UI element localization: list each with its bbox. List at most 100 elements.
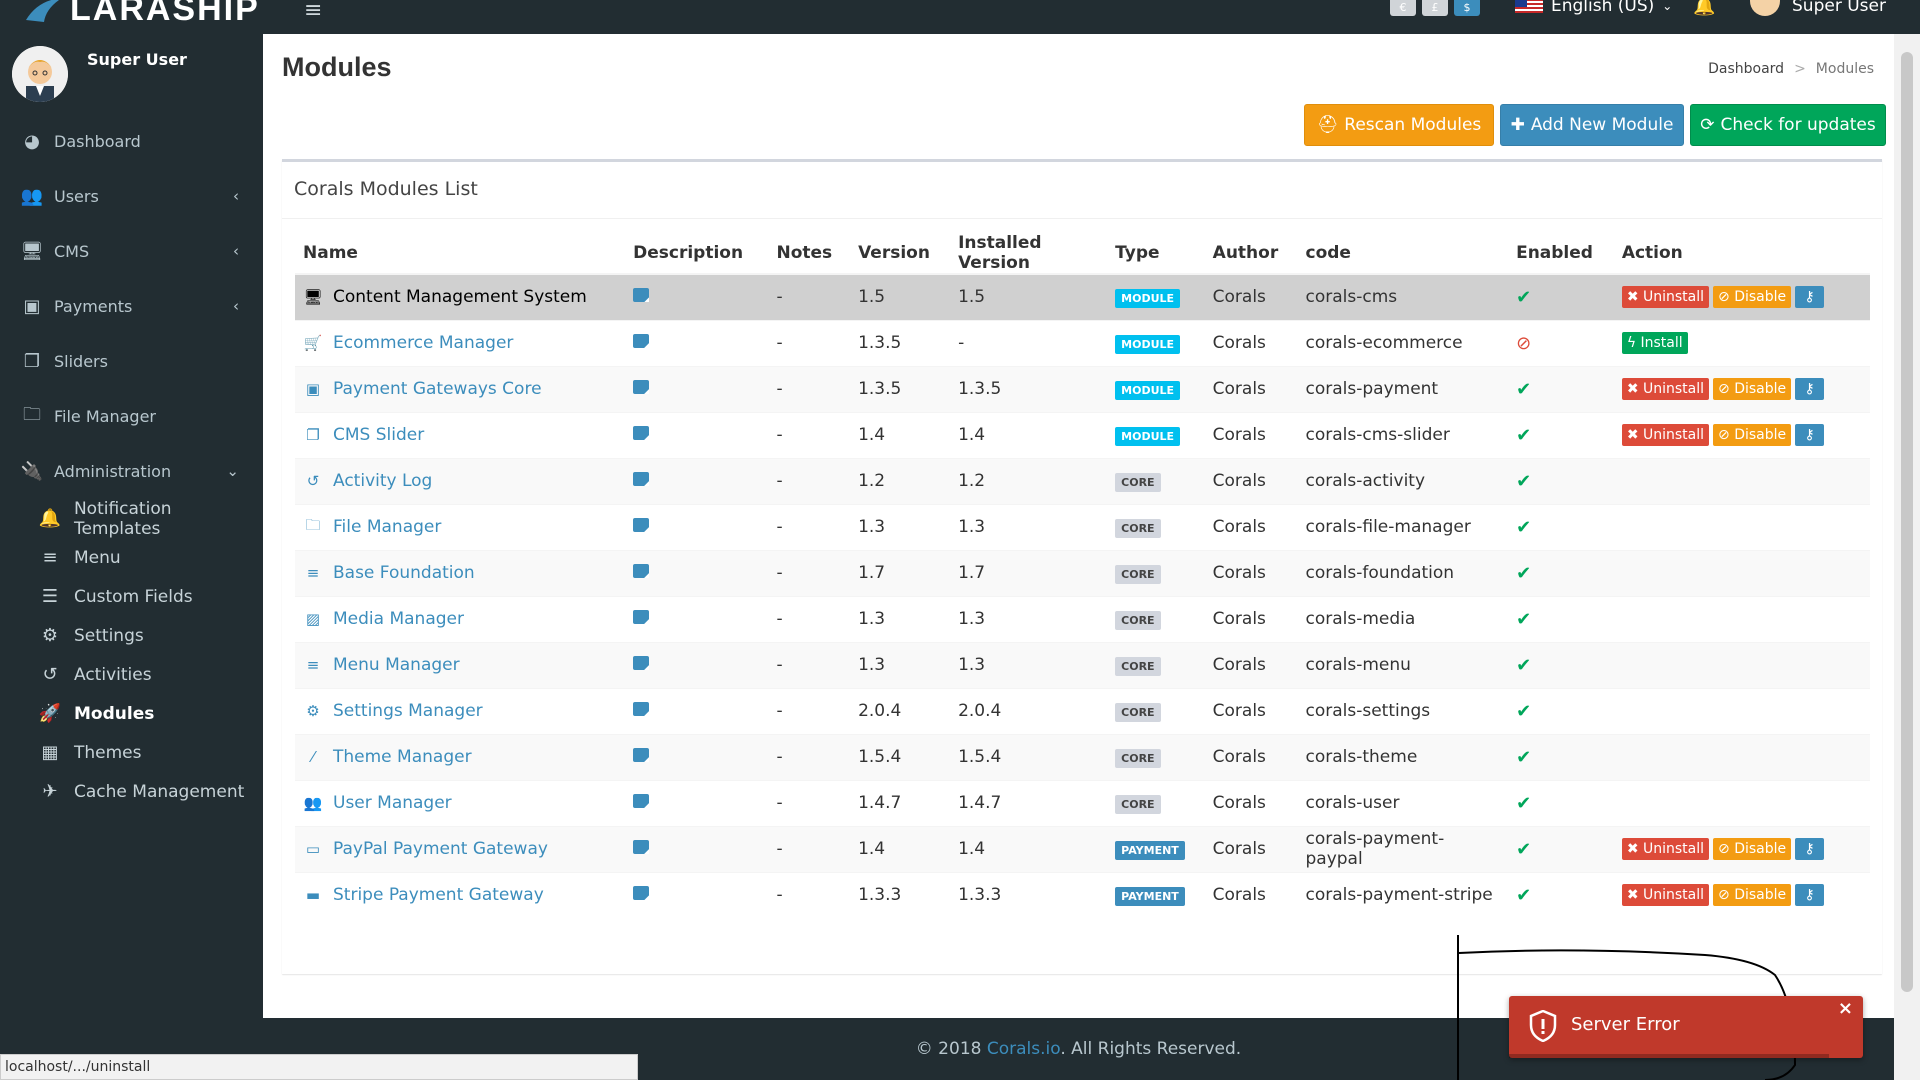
install-button[interactable]: ϟ Install [1621, 332, 1688, 354]
module-name-link[interactable]: ⚙ Settings Manager [303, 701, 617, 721]
key-button[interactable]: ⚷ [1795, 424, 1825, 446]
module-name-link[interactable]: ≡ Base Foundation [303, 563, 617, 583]
sidebar-item-custom-fields[interactable]: ☰ Custom Fields [0, 577, 263, 616]
column-header: Action [1613, 232, 1870, 275]
table-row: 🖥 Content Management System -1.5 1.5 MODULE C… [295, 273, 1870, 320]
module-name-link[interactable]: ↺ Activity Log [303, 471, 617, 491]
notes-cell: - [768, 457, 851, 504]
sidebar-item-administration[interactable]: 🔌 Administration ⌄ [0, 444, 263, 499]
page-scrollbar[interactable] [1894, 34, 1920, 1080]
disable-button[interactable]: ⊘ Disable [1713, 884, 1792, 907]
table-row: ▬ Stripe Payment Gateway -1.3.3 1.3.3 PAYMEN… [295, 871, 1870, 918]
currency-dollar-button[interactable]: $ [1454, 0, 1480, 16]
sidebar-item-payments[interactable]: ▣ Payments ‹ [0, 279, 263, 334]
description-icon[interactable] [633, 564, 650, 578]
disable-button[interactable]: ⊘ Disable [1713, 424, 1792, 446]
uninstall-button[interactable]: ✖ Uninstall [1621, 286, 1710, 309]
module-name-link[interactable]: ▭ PayPal Payment Gateway [303, 839, 617, 859]
folder-icon: 🗀 [305, 515, 321, 534]
currency-euro-button[interactable]: € [1390, 0, 1416, 16]
disable-button[interactable]: ⊘ Disable [1713, 838, 1792, 860]
button-label: Disable [1734, 841, 1787, 857]
version-cell: 1.7 [850, 549, 951, 596]
check-circle-icon: ✔ [1516, 424, 1532, 446]
notifications-bell-icon[interactable]: 🔔 [1693, 0, 1715, 17]
module-name-link[interactable]: ▨ Media Manager [303, 609, 617, 629]
module-name-link[interactable]: ▬ Stripe Payment Gateway [303, 885, 617, 905]
user-menu[interactable]: Super User [1750, 0, 1886, 16]
module-name-link[interactable]: ❐ CMS Slider [303, 425, 617, 445]
bars-icon: ≡ [306, 656, 320, 674]
sidebar-item-cache-management[interactable]: ✈ Cache Management [0, 772, 263, 811]
sidebar-item-settings[interactable]: ⚙ Settings [0, 616, 263, 655]
module-name-link[interactable]: 🛒 Ecommerce Manager [303, 333, 617, 353]
check-for-updates-button[interactable]: ⟳ Check for updates [1690, 104, 1886, 146]
toast-close-button[interactable]: × [1838, 998, 1853, 1019]
sidebar-item-sliders[interactable]: ❐ Sliders [0, 334, 263, 389]
currency-pound-button[interactable]: £ [1422, 0, 1448, 16]
footer-link[interactable]: Corals.io [987, 1039, 1061, 1059]
uninstall-button[interactable]: ✖ Uninstall [1621, 424, 1710, 446]
uninstall-button[interactable]: ✖ Uninstall [1621, 378, 1710, 400]
sidebar-item-label: Users [54, 187, 99, 206]
sidebar-item-users[interactable]: 👥 Users ‹ [0, 169, 263, 224]
module-name-link[interactable]: 🖥 Content Management System [303, 287, 617, 307]
disable-button[interactable]: ⊘ Disable [1713, 378, 1792, 400]
description-icon[interactable] [633, 656, 650, 670]
button-label: Check for updates [1720, 115, 1876, 135]
key-button[interactable]: ⚷ [1795, 838, 1825, 860]
description-icon[interactable] [633, 610, 650, 624]
sidebar-toggle-icon[interactable]: ≡ [304, 0, 322, 23]
sidebar-item-themes[interactable]: ▦ Themes [0, 733, 263, 772]
description-icon[interactable] [633, 380, 650, 394]
sidebar-item-activities[interactable]: ↺ Activities [0, 655, 263, 694]
key-button[interactable]: ⚷ [1795, 884, 1825, 907]
sidebar-item-cms[interactable]: 🖥 CMS ‹ [0, 224, 263, 279]
description-icon[interactable] [633, 472, 650, 486]
description-icon[interactable] [633, 886, 650, 901]
module-name-link[interactable]: 👥 User Manager [303, 793, 617, 813]
rescan-modules-button[interactable]: ⛑ Rescan Modules [1304, 104, 1494, 146]
main-content: Modules Dashboard > Modules ⛑ Rescan Mod… [263, 34, 1894, 1018]
module-name-link[interactable]: 🗀 File Manager [303, 515, 617, 540]
sidebar-item-file-manager[interactable]: 🗀 File Manager [0, 389, 263, 444]
module-name-link[interactable]: ▣ Payment Gateways Core [303, 379, 617, 399]
uninstall-button[interactable]: ✖ Uninstall [1621, 884, 1710, 907]
description-icon[interactable] [633, 702, 650, 716]
module-name-link[interactable]: ≡ Menu Manager [303, 655, 617, 675]
button-label: Add New Module [1530, 115, 1674, 135]
scrollbar-thumb[interactable] [1901, 52, 1913, 992]
key-button[interactable]: ⚷ [1795, 378, 1825, 400]
modules-box: Corals Modules List Name Description Notes… [282, 159, 1882, 974]
logo[interactable]: LARASHIP [24, 0, 260, 29]
sidebar-item-dashboard[interactable]: ◕ Dashboard [0, 114, 263, 169]
description-icon[interactable] [633, 426, 650, 440]
notes-cell: - [768, 549, 851, 596]
description-cell [625, 549, 769, 596]
notes-cell: - [768, 365, 851, 412]
uninstall-button[interactable]: ✖ Uninstall [1621, 838, 1710, 860]
disable-button[interactable]: ⊘ Disable [1713, 286, 1792, 309]
sidebar-item-notification-templates[interactable]: 🔔 Notification Templates [0, 499, 263, 539]
breadcrumb-dashboard[interactable]: Dashboard [1708, 61, 1784, 77]
description-icon[interactable] [633, 518, 650, 532]
module-name-link[interactable]: ⁄ Theme Manager [303, 747, 617, 767]
sidebar-item-menu[interactable]: ≡ Menu [0, 538, 263, 577]
button-label: Rescan Modules [1344, 115, 1482, 135]
description-icon[interactable] [633, 794, 650, 808]
description-icon[interactable] [633, 288, 650, 303]
page-title: Modules [282, 52, 392, 82]
key-icon: ⚷ [1804, 887, 1815, 904]
add-new-module-button[interactable]: ✚ Add New Module [1500, 104, 1684, 146]
key-button[interactable]: ⚷ [1795, 286, 1825, 309]
version-cell: 1.3.3 [850, 871, 951, 918]
description-icon[interactable] [633, 748, 650, 762]
language-dropdown[interactable]: English (US) ⌄ [1515, 0, 1672, 16]
description-icon[interactable] [633, 334, 650, 348]
sidebar-item-modules[interactable]: 🚀 Modules [0, 694, 263, 733]
description-icon[interactable] [633, 840, 650, 854]
cogs-icon: ⚙ [306, 702, 320, 720]
module-name: Theme Manager [333, 747, 472, 767]
bell-icon: 🔔 [38, 508, 62, 529]
code-cell: corals-theme [1297, 733, 1509, 780]
